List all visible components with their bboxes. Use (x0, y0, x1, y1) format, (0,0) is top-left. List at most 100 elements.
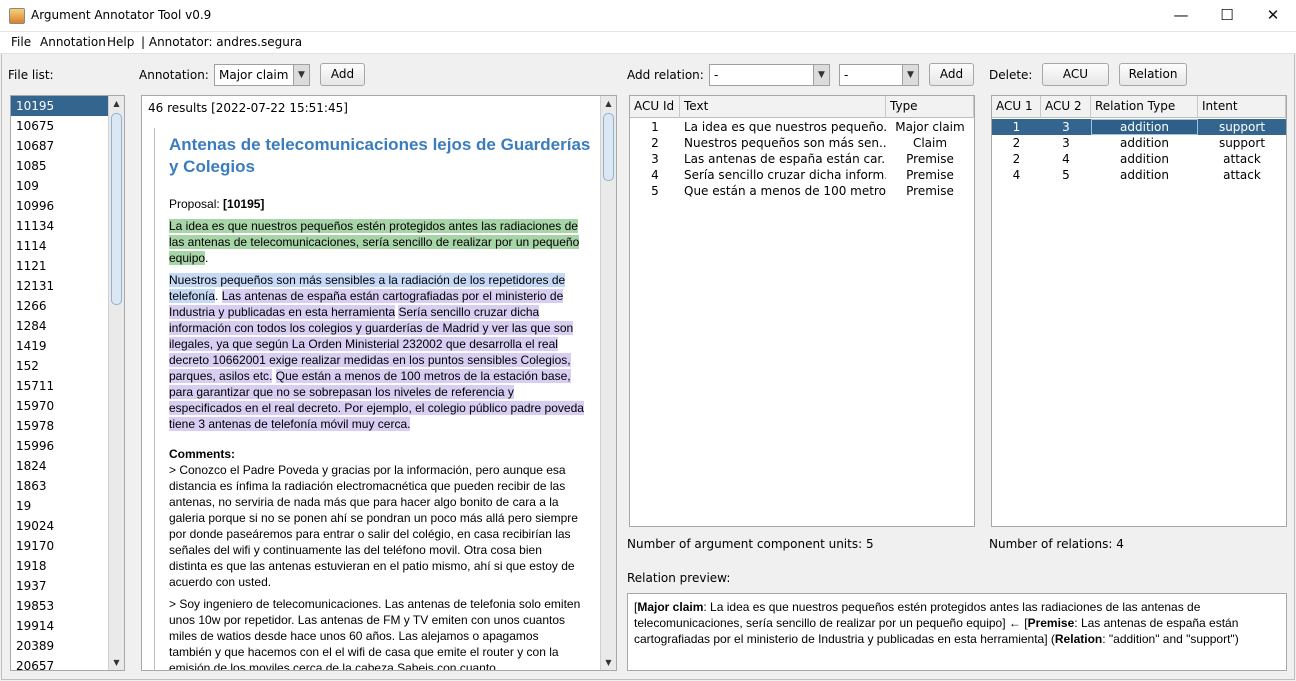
annotation-type-select[interactable]: Major claim ▼ (214, 64, 310, 86)
file-list-item[interactable]: 1937 (11, 576, 110, 596)
acu-count: Number of argument component units: 5 (627, 537, 874, 551)
file-list-item[interactable]: 10675 (11, 116, 110, 136)
file-list-item[interactable]: 11134 (11, 216, 110, 236)
acu-text-cell: Nuestros pequeños son más sen... (684, 136, 886, 150)
acu-table-row[interactable]: 3 Las antenas de españa están car... Premi… (630, 151, 974, 167)
file-list-item[interactable]: 15970 (11, 396, 110, 416)
close-button[interactable]: ✕ (1250, 0, 1296, 32)
relation-preview-label: Relation preview: (627, 571, 731, 585)
file-list-item[interactable]: 10195 (11, 96, 110, 116)
file-list-item[interactable]: 12131 (11, 276, 110, 296)
file-list-item[interactable]: 15996 (11, 436, 110, 456)
delete-relation-button[interactable]: Relation (1119, 63, 1187, 86)
proposal-line: Proposal: [10195] (169, 196, 600, 212)
scroll-down-icon[interactable]: ▼ (109, 655, 124, 670)
col-acu-2[interactable]: ACU 2 (1041, 96, 1091, 118)
relation-target-value: - (844, 68, 849, 82)
delete-label: Delete: (989, 68, 1033, 82)
file-list-item[interactable]: 19853 (11, 596, 110, 616)
file-list-item[interactable]: 19 (11, 496, 110, 516)
acu-table-row[interactable]: 2 Nuestros pequeños son más sen... Claim (630, 135, 974, 151)
file-list[interactable]: 10195 10675 10687 1085 109 10996 11134 1114 1121… (10, 95, 125, 671)
file-list-item[interactable]: 10687 (11, 136, 110, 156)
acu-type-cell: Premise (906, 152, 954, 166)
col-intent[interactable]: Intent (1198, 96, 1286, 118)
col-type[interactable]: Type (886, 96, 974, 118)
acu-table-row[interactable]: 5 Que están a menos de 100 metro... Premis… (630, 183, 974, 199)
java-app-icon (9, 8, 25, 24)
file-list-item[interactable]: 19914 (11, 616, 110, 636)
file-list-item[interactable]: 20389 (11, 636, 110, 656)
file-list-item[interactable]: 15711 (11, 376, 110, 396)
document-body: Antenas de telecomunicaciones lejos de G… (154, 128, 600, 671)
relation-type-cell: addition (1120, 168, 1169, 182)
acu2-cell: 5 (1062, 168, 1070, 182)
file-list-item[interactable]: 1419 (11, 336, 110, 356)
file-list-item[interactable]: 1266 (11, 296, 110, 316)
intent-cell: attack (1223, 168, 1261, 182)
preview-type-2: Premise (1027, 616, 1075, 630)
paragraph-2: Nuestros pequeños son más sensibles a la… (169, 273, 584, 431)
file-list-item[interactable]: 1918 (11, 556, 110, 576)
acu-table-row[interactable]: 4 Sería sencillo cruzar dicha inform... Pr… (630, 167, 974, 183)
file-list-item[interactable]: 1085 (11, 156, 110, 176)
relation-source-value: - (714, 68, 719, 82)
acu1-cell: 1 (1012, 120, 1021, 134)
acu2-cell: 3 (1062, 136, 1070, 150)
relation-table[interactable]: ACU 1 ACU 2 Relation Type Intent 1 3 addit… (991, 95, 1287, 527)
file-list-item[interactable]: 1863 (11, 476, 110, 496)
scroll-thumb[interactable] (603, 113, 614, 181)
add-relation-button[interactable]: Add (929, 63, 974, 86)
scroll-up-icon[interactable]: ▲ (601, 96, 616, 111)
file-list-item[interactable]: 19170 (11, 536, 110, 556)
delete-acu-button[interactable]: ACU (1042, 63, 1109, 86)
file-list-item[interactable]: 1824 (11, 456, 110, 476)
file-list-item[interactable]: 20657 (11, 656, 110, 670)
comment-1: > Conozco el Padre Poveda y gracias por … (169, 463, 578, 589)
col-text[interactable]: Text (680, 96, 886, 118)
col-acu-1[interactable]: ACU 1 (992, 96, 1041, 118)
annotation-label: Annotation: (139, 68, 209, 82)
scroll-down-icon[interactable]: ▼ (601, 655, 616, 670)
file-list-item[interactable]: 1114 (11, 236, 110, 256)
col-acu-id[interactable]: ACU Id (630, 96, 680, 118)
comment-2: > Soy ingeniero de telecomunicaciones. L… (169, 597, 581, 671)
document-scrollbar[interactable]: ▲ ▼ (600, 96, 616, 670)
relation-table-row[interactable]: 1 3 addition support (992, 119, 1286, 135)
document-view[interactable]: 46 results [2022-07-22 15:51:45] Antenas… (141, 95, 617, 671)
file-list-scrollbar[interactable]: ▲ ▼ (108, 96, 124, 670)
relation-table-row[interactable]: 4 5 addition attack (992, 167, 1286, 183)
file-list-item[interactable]: 15978 (11, 416, 110, 436)
relation-count: Number of relations: 4 (989, 537, 1124, 551)
acu-table-row[interactable]: 1 La idea es que nuestros pequeño... Major… (630, 119, 974, 135)
menu-help[interactable]: Help (107, 35, 134, 49)
relation-table-row[interactable]: 2 4 addition attack (992, 151, 1286, 167)
relation-table-row[interactable]: 2 3 addition support (992, 135, 1286, 151)
minimize-button[interactable]: — (1158, 0, 1204, 32)
file-list-item[interactable]: 10996 (11, 196, 110, 216)
file-list-item[interactable]: 152 (11, 356, 110, 376)
scroll-up-icon[interactable]: ▲ (109, 96, 124, 111)
file-list-item[interactable]: 109 (11, 176, 110, 196)
file-list-item[interactable]: 1121 (11, 256, 110, 276)
acu1-cell: 2 (1012, 136, 1021, 150)
relation-preview: [Major claim: La idea es que nuestros pe… (627, 593, 1287, 671)
acu-text-cell: Las antenas de españa están car... (684, 152, 886, 166)
scroll-thumb[interactable] (111, 113, 122, 305)
maximize-button[interactable]: ☐ (1204, 0, 1250, 32)
relation-source-select[interactable]: - ▼ (709, 64, 830, 86)
file-list-item[interactable]: 19024 (11, 516, 110, 536)
preview-type-1: Major claim (637, 600, 704, 614)
relation-type-cell: addition (1120, 136, 1169, 150)
add-annotation-button[interactable]: Add (320, 63, 365, 86)
acu-table[interactable]: ACU Id Text Type 1 La idea es que nuestro… (629, 95, 975, 527)
acu-type-cell: Premise (906, 168, 954, 182)
relation-target-select[interactable]: - ▼ (839, 64, 919, 86)
menu-annotation[interactable]: Annotation (40, 35, 106, 49)
acu-segment-1[interactable]: La idea es que nuestros pequeños estén p… (169, 219, 580, 265)
menu-file[interactable]: File (11, 35, 31, 49)
intent-cell: support (1218, 120, 1266, 134)
acu-text-cell: Que están a menos de 100 metro... (684, 184, 886, 198)
file-list-item[interactable]: 1284 (11, 316, 110, 336)
col-relation-type[interactable]: Relation Type (1091, 96, 1198, 118)
